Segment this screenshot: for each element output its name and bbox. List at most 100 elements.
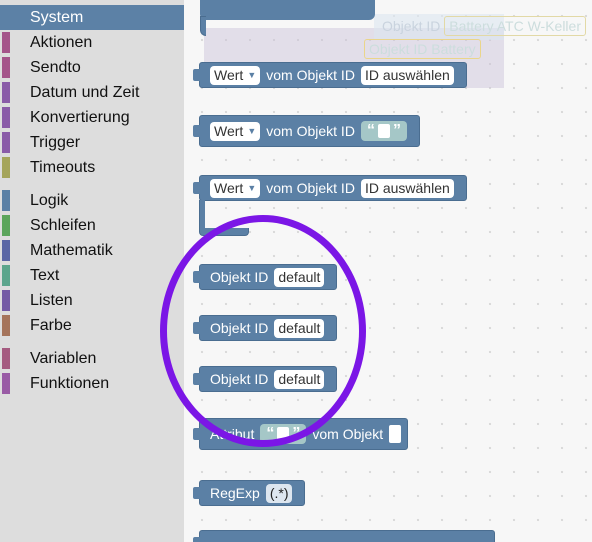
output-tab [193,428,200,440]
block-wert-text[interactable]: Wert ▼ vom Objekt ID “” [193,115,420,147]
category-color [2,32,10,53]
output-tab [193,69,200,81]
output-tab [193,487,200,499]
category-label: Mathematik [30,241,113,259]
block-objekt-id-2[interactable]: Objekt ID default [193,315,338,341]
category-color [2,82,10,103]
block-wert-id-auswaehlen[interactable]: Wert ▼ vom Objekt ID ID auswählen [193,62,467,88]
toolbox-category-farbe[interactable]: Farbe [0,313,184,338]
category-label: Schleifen [30,216,96,234]
wert-dropdown-label: Wert [214,122,244,139]
category-color [2,7,10,28]
ghost-block-arm [200,16,206,36]
category-label: Trigger [30,133,81,151]
toolbox-category-konvertierung[interactable]: Konvertierung [0,105,184,130]
category-label: Sendto [30,58,81,76]
category-color [2,132,10,153]
category-label: Timeouts [30,158,96,176]
toolbox-category-logik[interactable]: Logik [0,188,184,213]
wert-dropdown[interactable]: Wert ▼ [210,65,261,85]
wert-dropdown[interactable]: Wert ▼ [210,178,261,198]
category-label: Text [30,266,60,284]
category-color [2,290,10,311]
category-color [2,240,10,261]
statement-block-bottom [199,228,249,236]
category-label: Konvertierung [30,108,130,126]
ghost-block-top [200,0,375,20]
input-socket[interactable] [389,425,402,443]
block-objekt-id-1[interactable]: Objekt ID default [193,264,338,290]
block-objekt-id-3[interactable]: Objekt ID default [193,366,338,392]
category-label: System [30,8,84,26]
category-label: Funktionen [30,374,110,392]
toolbox-category-datum-und-zeit[interactable]: Datum und Zeit [0,80,184,105]
dropdown-arrow-icon: ▼ [247,182,257,193]
ghost-block-objekt: Objekt ID Battery ATC W-Keller [382,16,586,36]
block-label: Objekt ID [210,371,269,387]
dropdown-arrow-icon: ▼ [247,69,257,80]
wert-dropdown-label: Wert [214,66,244,83]
toolbox-category-timeouts[interactable]: Timeouts [0,155,184,180]
toolbox-category-variablen[interactable]: Variablen [0,346,184,371]
category-label: Variablen [30,349,97,367]
toolbox-category-aktionen[interactable]: Aktionen [0,30,184,55]
ghost-label: Objekt ID [382,18,441,34]
ghost-label: Objekt ID [369,41,428,57]
block-label: vom Objekt ID [266,123,355,139]
category-color [2,57,10,78]
block-partial-bottom[interactable] [193,530,495,542]
category-color [2,215,10,236]
output-tab [193,271,200,283]
objekt-id-field[interactable]: default [274,369,325,389]
category-color [2,373,10,394]
block-label: Objekt ID [210,320,269,336]
block-label: vom Objekt ID [266,67,355,83]
block-label: Objekt ID [210,269,269,285]
text-input-field[interactable] [377,124,390,138]
blockly-workspace[interactable]: Objekt ID Battery ATC W-Keller Objekt ID… [184,0,592,542]
text-input-block[interactable]: “” [260,424,307,444]
ghost-field: Battery ATC W-Keller [444,16,586,36]
category-color [2,107,10,128]
block-regexp[interactable]: RegExp (.*) [193,480,306,506]
toolbox-category-text[interactable]: Text [0,263,184,288]
category-label: Farbe [30,316,72,334]
block-attribut-vom-objekt[interactable]: Attribut “” vom Objekt [193,418,409,450]
category-color [2,190,10,211]
category-label: Datum und Zeit [30,83,140,101]
toolbox-category-listen[interactable]: Listen [0,288,184,313]
objekt-id-field[interactable]: default [274,267,325,287]
category-label: Logik [30,191,69,209]
dropdown-arrow-icon: ▼ [247,125,257,136]
block-label: vom Objekt ID [266,180,355,196]
block-label: vom Objekt [312,426,384,442]
toolbox-category-mathematik[interactable]: Mathematik [0,238,184,263]
toolbox-category-funktionen[interactable]: Funktionen [0,371,184,396]
toolbox-category-trigger[interactable]: Trigger [0,130,184,155]
toolbox-category-sendto[interactable]: Sendto [0,55,184,80]
quote-close: ” [392,122,401,139]
block-label: Attribut [210,426,255,442]
text-input-field[interactable] [277,427,290,441]
toolbox-category-schleifen[interactable]: Schleifen [0,213,184,238]
wert-dropdown[interactable]: Wert ▼ [210,121,261,141]
category-color [2,265,10,286]
text-input-block[interactable]: “” [360,121,407,141]
category-label: Aktionen [30,33,93,51]
id-select-field[interactable]: ID auswählen [360,178,454,198]
block-wert-id-auswaehlen-statement[interactable]: Wert ▼ vom Objekt ID ID auswählen [193,175,467,201]
category-color [2,157,10,178]
ghost-block-frame: Objekt ID Battery [364,39,481,59]
quote-close: ” [292,425,301,442]
toolbox-category-system[interactable]: System [0,5,184,30]
quote-open: “ [266,425,275,442]
output-tab [193,182,200,194]
block-label: RegExp [210,485,260,501]
category-color [2,348,10,369]
objekt-id-field[interactable]: default [274,318,325,338]
id-select-field[interactable]: ID auswählen [360,65,454,85]
wert-dropdown-label: Wert [214,179,244,196]
regexp-field[interactable]: (.*) [265,483,293,503]
output-tab [193,125,200,137]
output-tab [193,373,200,385]
